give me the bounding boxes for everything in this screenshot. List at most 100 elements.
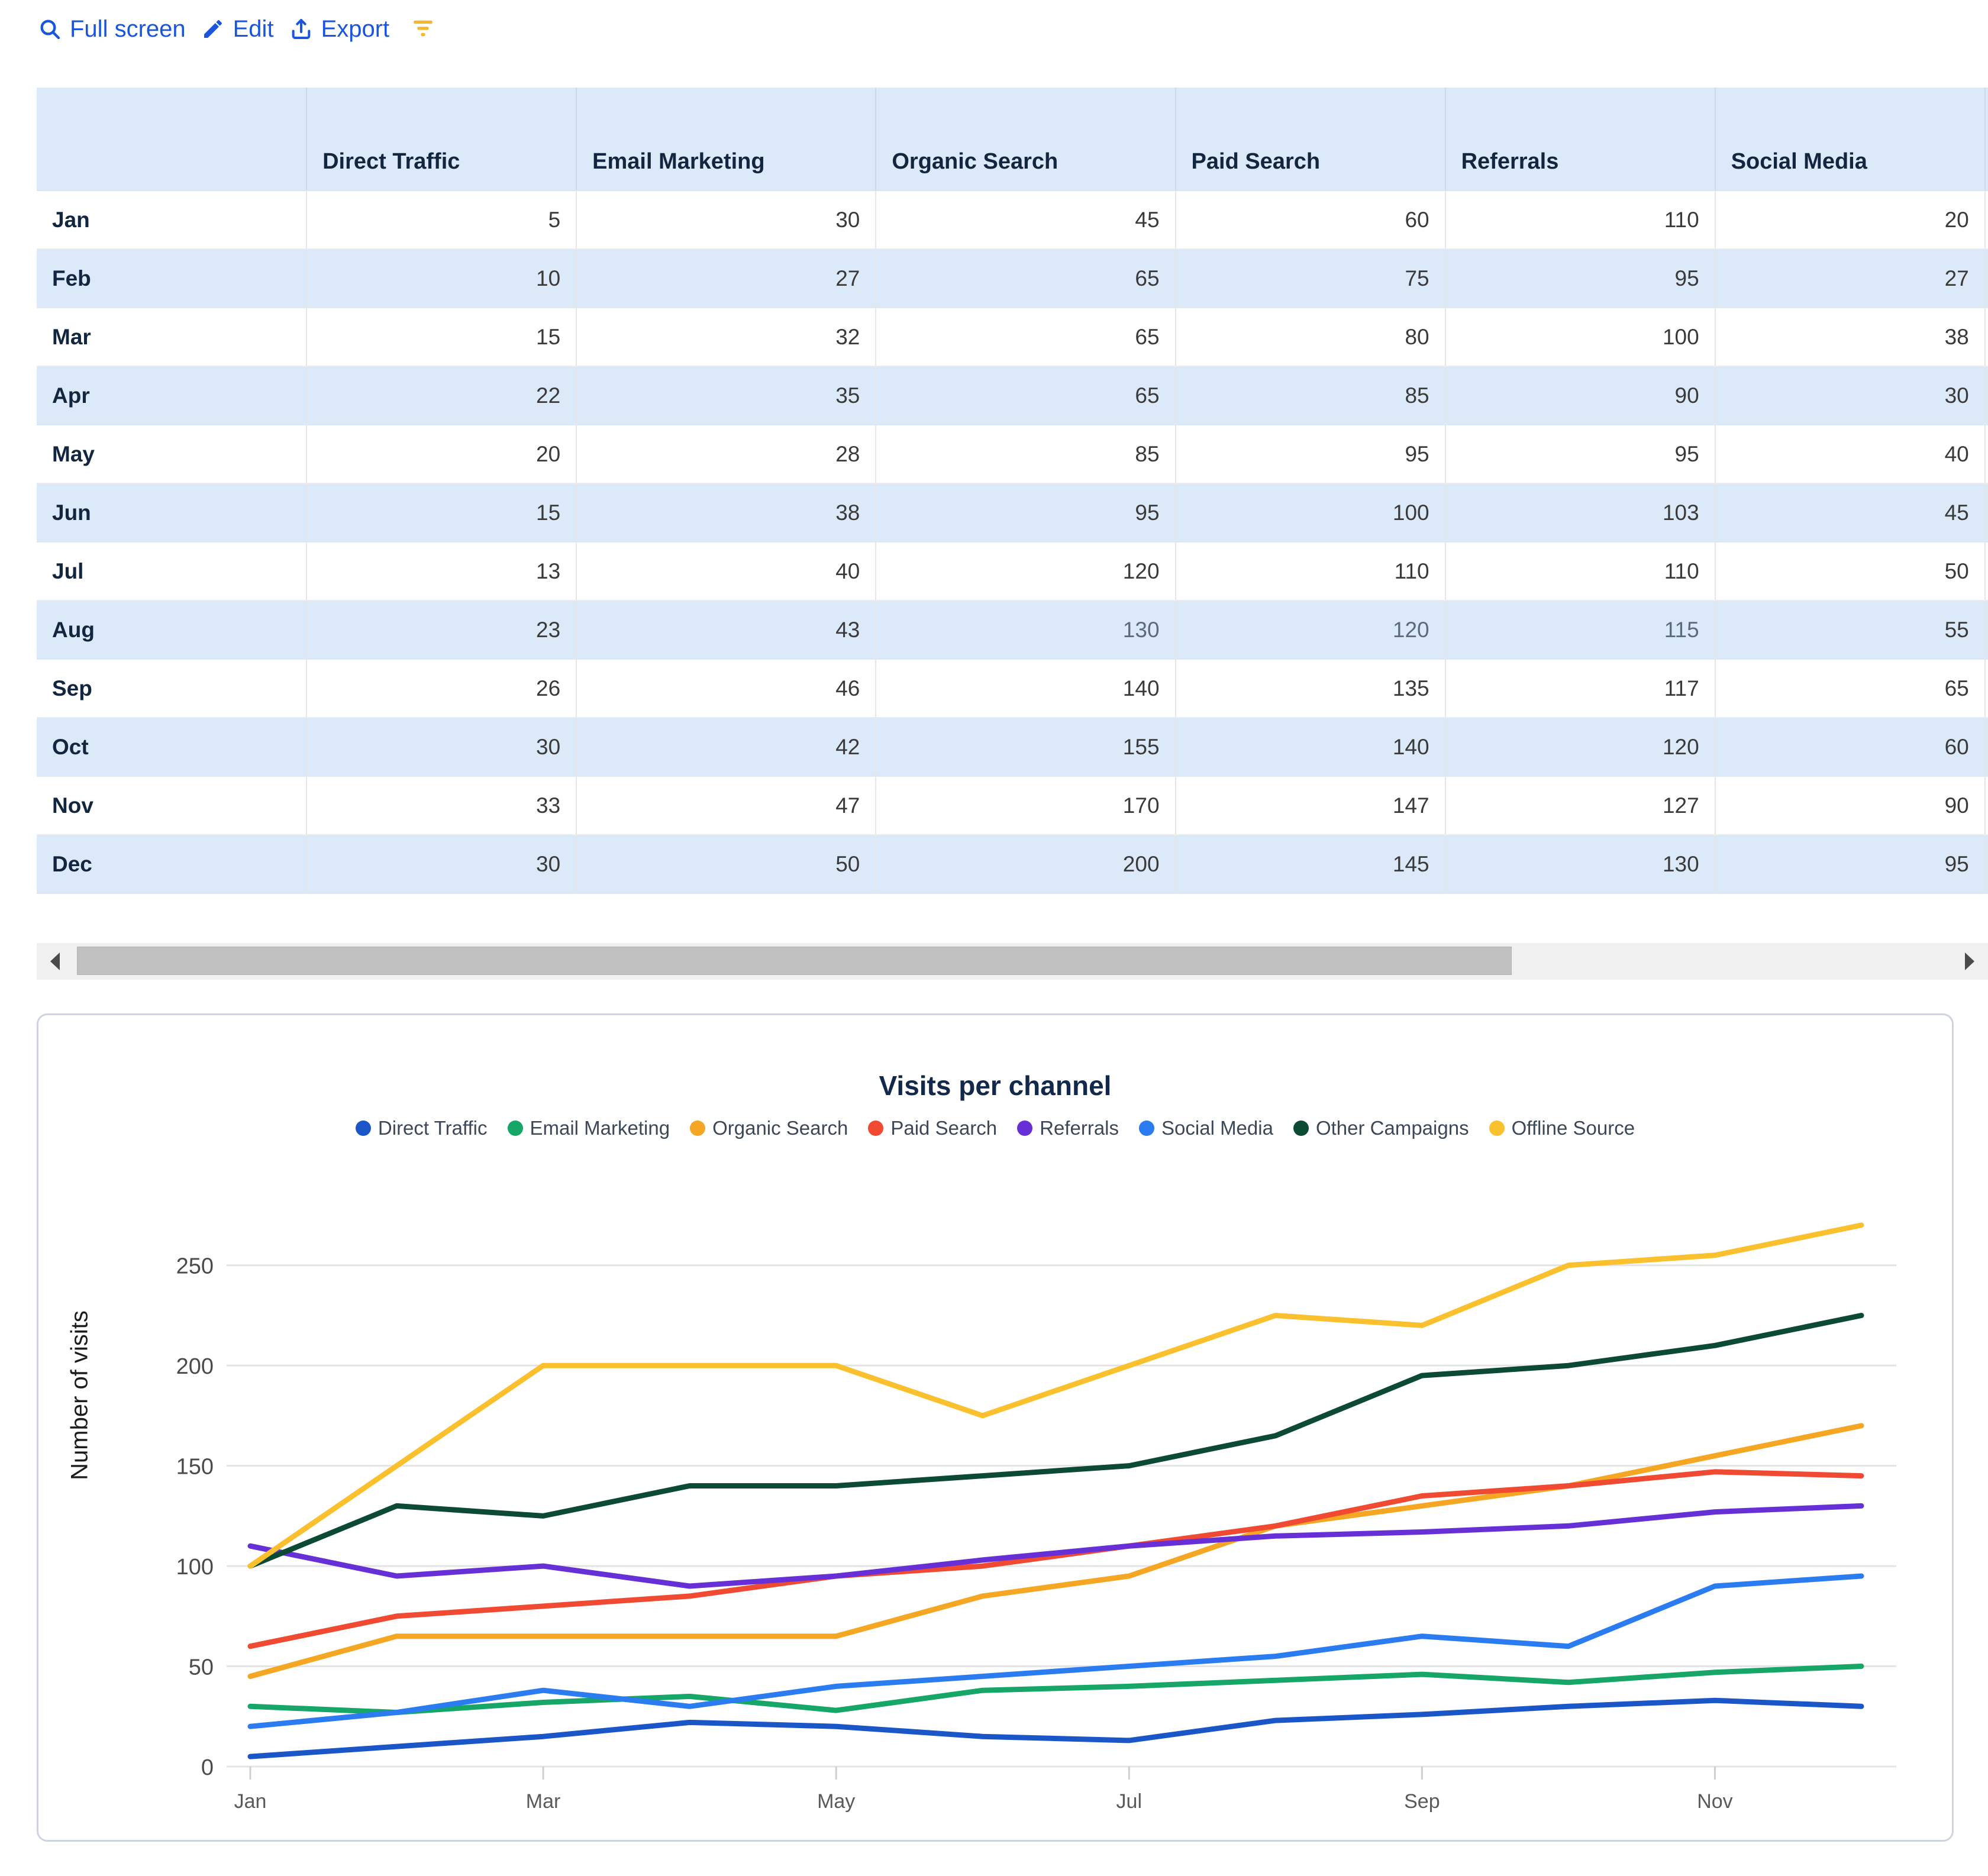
chart-series-lines xyxy=(247,1222,1864,1759)
chart-card: Visits per channel Direct Traffic Email … xyxy=(37,1013,1954,1842)
table-row[interactable]: Aug 23 43 130 120 115 55 165 xyxy=(37,600,1988,660)
table-row[interactable]: Apr 22 35 65 85 90 30 140 xyxy=(37,366,1988,425)
cell-paid-search: 85 xyxy=(1175,366,1446,425)
cell-email-marketing: 30 xyxy=(576,190,877,250)
data-table-viewport: Direct Traffic Email Marketing Organic S… xyxy=(37,88,1988,942)
series-line-direct-traffic[interactable] xyxy=(247,1697,1864,1759)
cell-paid-search: 135 xyxy=(1175,659,1446,718)
cell-social-media: 30 xyxy=(1715,366,1986,425)
cell-social-media: 45 xyxy=(1715,483,1986,543)
column-header-email-marketing[interactable]: Email Marketing xyxy=(576,88,877,191)
cell-direct-traffic: 26 xyxy=(306,659,577,718)
filter-button[interactable] xyxy=(402,15,435,43)
cell-direct-traffic: 30 xyxy=(306,718,577,777)
cell-paid-search: 95 xyxy=(1175,425,1446,484)
cell-referrals: 95 xyxy=(1445,425,1716,484)
cell-organic-search: 65 xyxy=(876,249,1176,308)
series-line-other-campaigns[interactable] xyxy=(247,1313,1864,1569)
row-month-label: Dec xyxy=(37,835,308,894)
series-line-referrals[interactable] xyxy=(247,1503,1864,1589)
scroll-right-arrow-icon[interactable] xyxy=(1951,943,1988,980)
cell-direct-traffic: 5 xyxy=(306,190,577,250)
table-row[interactable]: Dec 30 50 200 145 130 95 225 xyxy=(37,835,1988,894)
cell-email-marketing: 42 xyxy=(576,718,877,777)
scrollbar-track[interactable] xyxy=(73,943,1951,980)
horizontal-scrollbar[interactable] xyxy=(37,943,1988,980)
table-row[interactable]: Jan 5 30 45 60 110 20 100 xyxy=(37,190,1988,250)
cell-paid-search: 147 xyxy=(1175,776,1446,835)
data-table: Direct Traffic Email Marketing Organic S… xyxy=(37,88,1988,894)
cell-organic-search: 65 xyxy=(876,308,1176,367)
cell-other-campaigns: 140 xyxy=(1984,425,1988,484)
table-row[interactable]: Nov 33 47 170 147 127 90 210 xyxy=(37,776,1988,835)
x-tick-label: Jul xyxy=(1116,1790,1142,1813)
cell-other-campaigns: 140 xyxy=(1984,366,1988,425)
table-row[interactable]: Feb 10 27 65 75 95 27 130 xyxy=(37,249,1988,308)
series-line-paid-search[interactable] xyxy=(247,1469,1864,1649)
edit-button[interactable]: Edit xyxy=(199,15,287,43)
cell-other-campaigns: 145 xyxy=(1984,483,1988,543)
cell-email-marketing: 43 xyxy=(576,600,877,660)
cell-other-campaigns: 195 xyxy=(1984,659,1988,718)
cell-paid-search: 110 xyxy=(1175,542,1446,601)
row-month-label: Nov xyxy=(37,776,308,835)
cell-email-marketing: 47 xyxy=(576,776,877,835)
cell-organic-search: 95 xyxy=(876,483,1176,543)
cell-other-campaigns: 165 xyxy=(1984,600,1988,660)
edit-label: Edit xyxy=(233,16,274,42)
column-header-direct-traffic[interactable]: Direct Traffic xyxy=(306,88,577,191)
cell-organic-search: 140 xyxy=(876,659,1176,718)
cell-email-marketing: 28 xyxy=(576,425,877,484)
cell-social-media: 90 xyxy=(1715,776,1986,835)
cell-other-campaigns: 130 xyxy=(1984,249,1988,308)
x-tick-label: May xyxy=(817,1790,855,1813)
cell-organic-search: 170 xyxy=(876,776,1176,835)
cell-direct-traffic: 15 xyxy=(306,308,577,367)
x-tick-label: Jan xyxy=(234,1790,267,1813)
table-row[interactable]: Jul 13 40 120 110 110 50 150 xyxy=(37,542,1988,601)
cell-paid-search: 80 xyxy=(1175,308,1446,367)
cell-other-campaigns: 100 xyxy=(1984,190,1988,250)
table-row[interactable]: Mar 15 32 65 80 100 38 125 xyxy=(37,308,1988,367)
cell-direct-traffic: 23 xyxy=(306,600,577,660)
table-row[interactable]: Jun 15 38 95 100 103 45 145 xyxy=(37,483,1988,543)
export-button[interactable]: Export xyxy=(287,15,403,43)
column-header-referrals[interactable]: Referrals xyxy=(1445,88,1716,191)
cell-email-marketing: 40 xyxy=(576,542,877,601)
cell-referrals: 115 xyxy=(1445,600,1716,660)
cell-social-media: 50 xyxy=(1715,542,1986,601)
table-row[interactable]: Oct 30 42 155 140 120 60 200 xyxy=(37,718,1988,777)
y-tick-label: 250 xyxy=(176,1254,214,1279)
column-header-social-media[interactable]: Social Media xyxy=(1715,88,1986,191)
cell-social-media: 20 xyxy=(1715,190,1986,250)
cell-paid-search: 120 xyxy=(1175,600,1446,660)
cell-social-media: 65 xyxy=(1715,659,1986,718)
cell-paid-search: 75 xyxy=(1175,249,1446,308)
table-row[interactable]: May 20 28 85 95 95 40 140 xyxy=(37,425,1988,484)
full-screen-button[interactable]: Full screen xyxy=(36,15,199,43)
row-month-label: Oct xyxy=(37,718,308,777)
column-header-month[interactable] xyxy=(37,88,308,191)
cell-direct-traffic: 13 xyxy=(306,542,577,601)
column-header-organic-search[interactable]: Organic Search xyxy=(876,88,1176,191)
table-row[interactable]: Sep 26 46 140 135 117 65 195 xyxy=(37,659,1988,718)
row-month-label: Mar xyxy=(37,308,308,367)
cell-direct-traffic: 15 xyxy=(306,483,577,543)
cell-referrals: 95 xyxy=(1445,249,1716,308)
scroll-left-arrow-icon[interactable] xyxy=(37,943,73,980)
cell-referrals: 120 xyxy=(1445,718,1716,777)
column-header-other-campaigns[interactable]: Other Campaigns xyxy=(1984,88,1988,191)
cell-organic-search: 200 xyxy=(876,835,1176,894)
cell-direct-traffic: 20 xyxy=(306,425,577,484)
cell-referrals: 127 xyxy=(1445,776,1716,835)
x-tick-label: Nov xyxy=(1697,1790,1732,1813)
cell-organic-search: 130 xyxy=(876,600,1176,660)
y-tick-label: 100 xyxy=(176,1555,214,1580)
cell-direct-traffic: 30 xyxy=(306,835,577,894)
horizontal-scroll-thumb[interactable] xyxy=(77,947,1512,975)
x-axis-tick-labels: Jan Mar May Jul Sep Nov xyxy=(234,1767,1733,1813)
cell-referrals: 110 xyxy=(1445,542,1716,601)
y-axis-tick-labels: 0 50 100 150 200 250 xyxy=(176,1254,214,1780)
cell-other-campaigns: 150 xyxy=(1984,542,1988,601)
column-header-paid-search[interactable]: Paid Search xyxy=(1175,88,1446,191)
